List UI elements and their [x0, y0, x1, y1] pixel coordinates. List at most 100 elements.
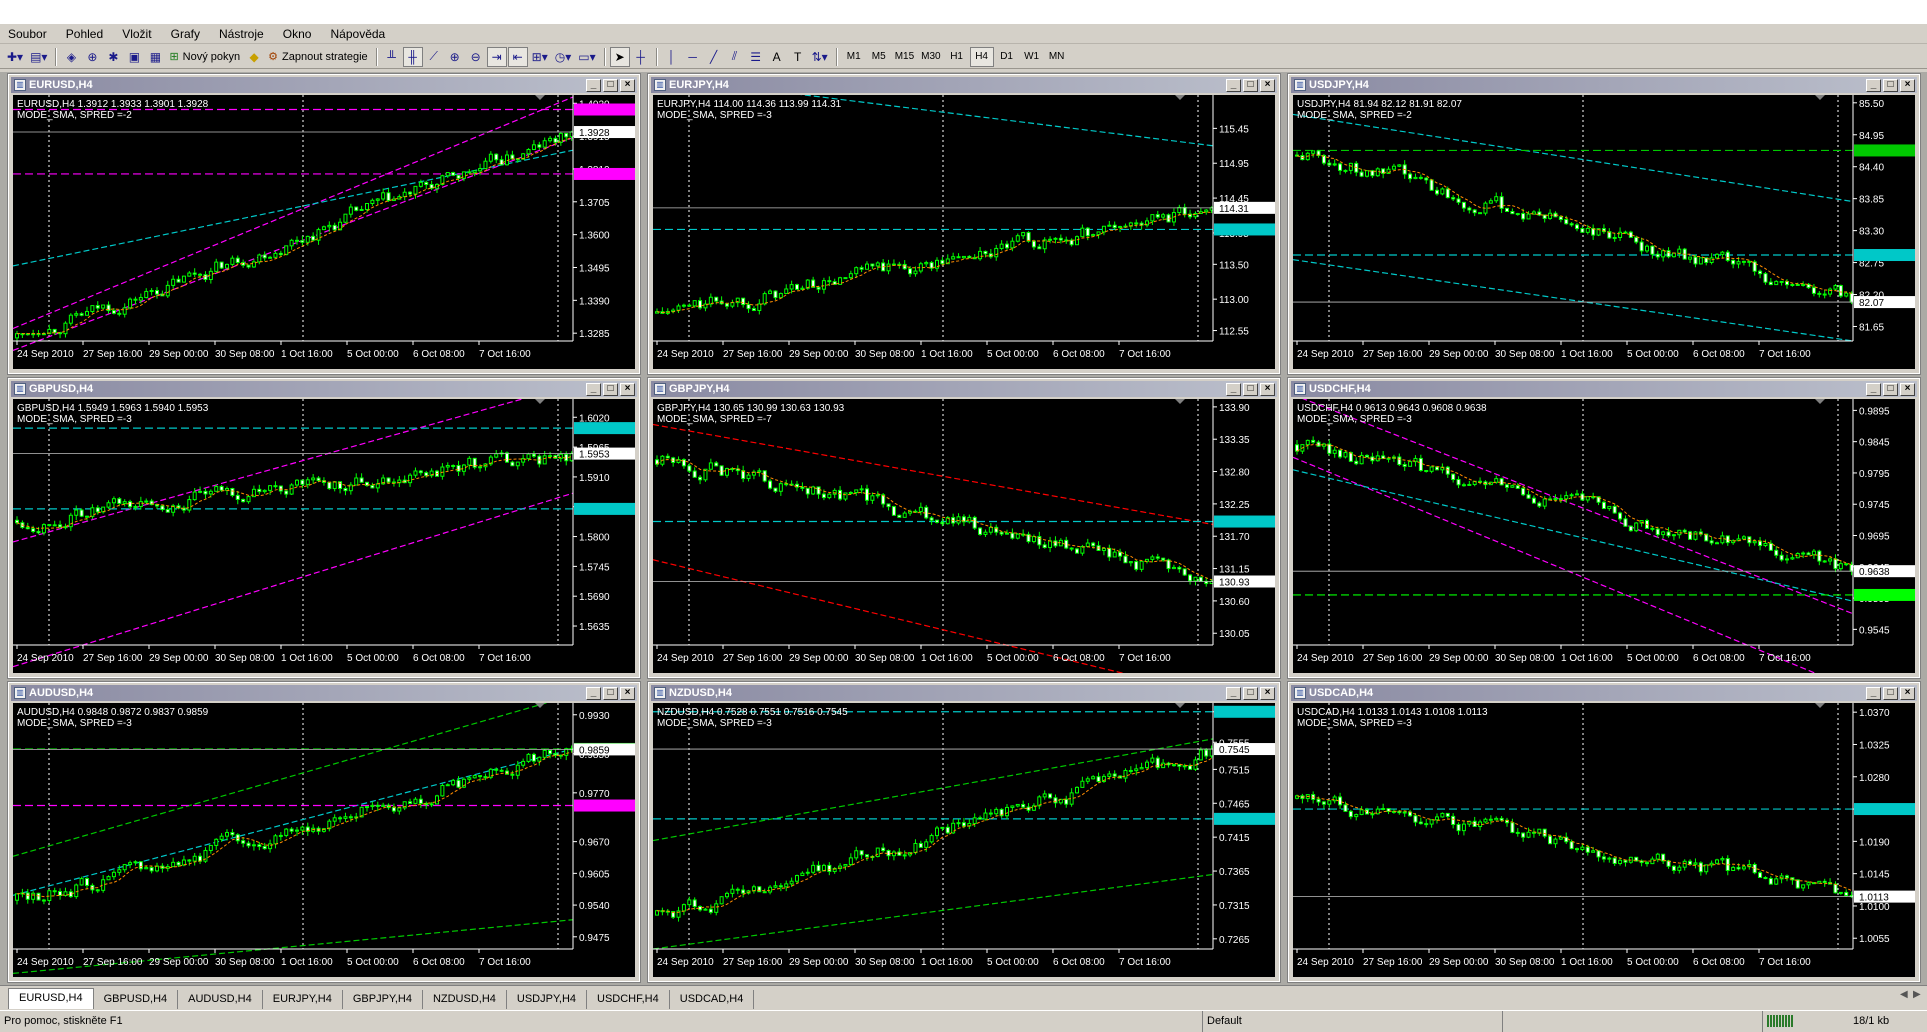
menu-soubor[interactable]: Soubor [0, 24, 55, 41]
maximize-button[interactable]: □ [603, 78, 618, 92]
chart-window-titlebar[interactable]: ▥ EURUSD,H4 _ □ × [11, 77, 637, 93]
close-button[interactable]: × [620, 686, 635, 700]
chart-canvas[interactable]: 85.50 84.95 84.40 83.85 83.30 82.75 82.20 81.65… [1293, 95, 1915, 369]
timeframe-m1[interactable]: M1 [842, 47, 866, 67]
maximize-button[interactable]: □ [603, 686, 618, 700]
chart-canvas[interactable]: 0.76000.75550.75150.74650.74150.73650.73… [653, 703, 1275, 977]
indicators-icon[interactable]: ⊞▾ [529, 47, 551, 67]
timeframe-w1[interactable]: W1 [1020, 47, 1044, 67]
minimize-button[interactable]: _ [1226, 686, 1241, 700]
chart-window[interactable]: ▥AUDUSD,H4_□× 0.99300.98500.97700.96700.9… [7, 681, 641, 983]
market-watch-icon[interactable]: ◈ [61, 47, 81, 67]
zoom-in-icon[interactable]: ⊕ [445, 47, 465, 67]
new-order-button[interactable]: ⊞ Nový pokyn [166, 47, 243, 67]
timeframe-h4[interactable]: H4 [969, 46, 994, 67]
tab-usdchf[interactable]: USDCHF,H4 [587, 990, 670, 1009]
maximize-button[interactable]: □ [1883, 382, 1898, 396]
close-button[interactable]: × [1900, 78, 1915, 92]
autoscroll-icon[interactable]: ⇥ [486, 46, 507, 67]
data-window-icon[interactable]: ⊕ [82, 47, 102, 67]
chart-window[interactable]: ▥GBPUSD,H4_□× 1.60201.59651.59101.58551.5… [7, 377, 641, 679]
fibonacci-icon[interactable]: ☰ [746, 47, 766, 67]
tab-scroll-left-icon[interactable]: ◀ [1900, 989, 1908, 1000]
text-icon[interactable]: A [767, 47, 787, 67]
profiles-icon[interactable]: ▤▾ [27, 47, 50, 67]
chart-window-titlebar[interactable]: ▥ EURJPY,H4 _ □ × [651, 77, 1277, 93]
minimize-button[interactable]: _ [1866, 686, 1881, 700]
tab-gbpjpy[interactable]: GBPJPY,H4 [343, 990, 423, 1009]
timeframe-m30[interactable]: M30 [918, 47, 943, 67]
chart-window-titlebar[interactable]: ▥ USDCAD,H4 _ □ × [1291, 685, 1917, 701]
close-button[interactable]: × [1260, 78, 1275, 92]
menu-okno[interactable]: Okno [275, 24, 320, 41]
tab-usdjpy[interactable]: USDJPY,H4 [507, 990, 588, 1009]
chart-canvas[interactable]: 1.60201.59651.59101.58551.58001.57451.56… [13, 399, 635, 673]
tab-gbpusd[interactable]: GBPUSD,H4 [94, 990, 179, 1009]
chart-window-titlebar[interactable]: ▥ USDJPY,H4 _ □ × [1291, 77, 1917, 93]
tab-nzdusd[interactable]: NZDUSD,H4 [423, 990, 507, 1009]
chart-window-titlebar[interactable]: ▥ NZDUSD,H4 _ □ × [651, 685, 1277, 701]
chart-window[interactable]: ▥ GBPJPY,H4 _ □ × 133.90 133.35 132.80 132.25 131… [647, 377, 1281, 679]
close-button[interactable]: × [1260, 382, 1275, 396]
channel-icon[interactable]: ⫽ [725, 47, 745, 67]
maximize-button[interactable]: □ [1243, 382, 1258, 396]
minimize-button[interactable]: _ [1226, 78, 1241, 92]
trendline-icon[interactable]: ╱ [704, 47, 724, 67]
minimize-button[interactable]: _ [586, 382, 601, 396]
tester-icon[interactable]: ▦ [145, 47, 165, 67]
maximize-button[interactable]: □ [1883, 78, 1898, 92]
autotrade-button[interactable]: ⚙ Zapnout strategie [265, 47, 371, 67]
chart-canvas[interactable]: 0.99300.98500.97700.96700.96050.95400.94… [13, 703, 635, 977]
chart-canvas[interactable]: 115.45114.95114.45113.95113.50113.00112.… [653, 95, 1275, 369]
menu-grafy[interactable]: Grafy [163, 24, 208, 41]
vertical-line-icon[interactable]: │ [662, 47, 682, 67]
maximize-button[interactable]: □ [1243, 686, 1258, 700]
arrows-icon[interactable]: ⇅▾ [809, 47, 831, 67]
minimize-button[interactable]: _ [586, 686, 601, 700]
bar-chart-icon[interactable]: ╨ [382, 47, 402, 67]
chart-window[interactable]: ▥EURJPY,H4_□× 115.45114.95114.45113.95113… [647, 73, 1281, 375]
close-button[interactable]: × [620, 78, 635, 92]
close-button[interactable]: × [1900, 686, 1915, 700]
tab-usdcad[interactable]: USDCAD,H4 [670, 990, 755, 1009]
cursor-icon[interactable]: ➤ [609, 46, 630, 67]
new-chart-icon[interactable]: ✚▾ [4, 47, 26, 67]
close-button[interactable]: × [620, 382, 635, 396]
timeframe-h1[interactable]: H1 [945, 47, 969, 67]
zoom-out-icon[interactable]: ⊖ [466, 47, 486, 67]
timeframe-d1[interactable]: D1 [995, 47, 1019, 67]
chart-window-titlebar[interactable]: ▥ USDCHF,H4 _ □ × [1291, 381, 1917, 397]
maximize-button[interactable]: □ [603, 382, 618, 396]
timeframe-mn[interactable]: MN [1045, 47, 1069, 67]
tab-eurjpy[interactable]: EURJPY,H4 [263, 990, 343, 1009]
chart-canvas[interactable]: 1.03701.03251.02801.02351.01901.01451.01… [1293, 703, 1915, 977]
tab-scroll-right-icon[interactable]: ▶ [1913, 989, 1921, 1000]
chart-window[interactable]: ▥NZDUSD,H4_□× 0.76000.75550.75150.74650.7… [647, 681, 1281, 983]
chart-window-titlebar[interactable]: ▥ AUDUSD,H4 _ □ × [11, 685, 637, 701]
timeframe-m15[interactable]: M15 [892, 47, 917, 67]
navigator-icon[interactable]: ✱ [103, 47, 123, 67]
periods-icon[interactable]: ◷▾ [552, 47, 575, 67]
tab-eurusd[interactable]: EURUSD,H4 [8, 988, 94, 1009]
tab-audusd[interactable]: AUDUSD,H4 [178, 990, 263, 1009]
menu-vlozit[interactable]: Vložit [114, 24, 159, 41]
templates-icon[interactable]: ▭▾ [575, 47, 598, 67]
close-button[interactable]: × [1900, 382, 1915, 396]
maximize-button[interactable]: □ [1243, 78, 1258, 92]
chart-window-titlebar[interactable]: ▥ GBPUSD,H4 _ □ × [11, 381, 637, 397]
menu-nastroje[interactable]: Nástroje [211, 24, 272, 41]
minimize-button[interactable]: _ [1226, 382, 1241, 396]
chart-shift-icon[interactable]: ⇤ [507, 46, 528, 67]
maximize-button[interactable]: □ [1883, 686, 1898, 700]
horizontal-line-icon[interactable]: ─ [683, 47, 703, 67]
metaeditor-icon[interactable]: ◆ [244, 47, 264, 67]
menu-napoveda[interactable]: Nápověda [323, 24, 394, 41]
line-chart-icon[interactable]: ⟋ [424, 47, 444, 67]
minimize-button[interactable]: _ [586, 78, 601, 92]
minimize-button[interactable]: _ [1866, 78, 1881, 92]
close-button[interactable]: × [1260, 686, 1275, 700]
minimize-button[interactable]: _ [1866, 382, 1881, 396]
label-icon[interactable]: T [788, 47, 808, 67]
chart-window[interactable]: ▥EURUSD,H4_□×1.40201.39151.38101.37051.3… [7, 73, 641, 375]
chart-window-titlebar[interactable]: ▥ GBPJPY,H4 _ □ × [651, 381, 1277, 397]
